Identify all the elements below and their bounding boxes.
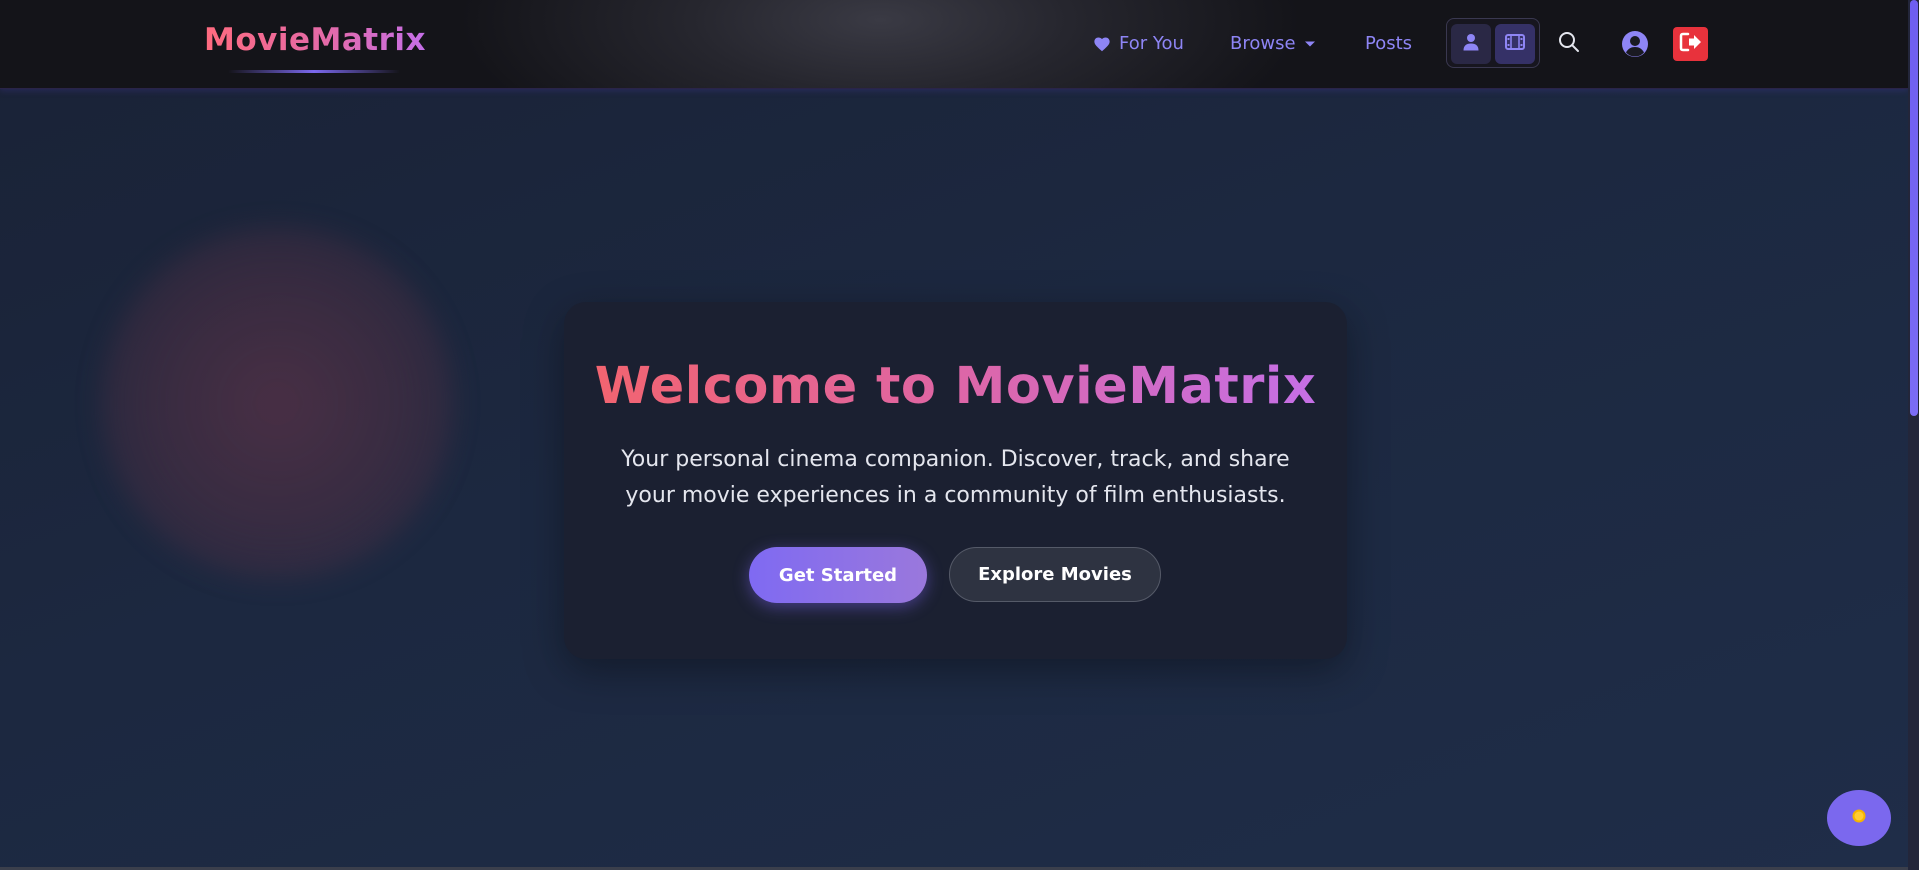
nav-for-you[interactable]: For You bbox=[1093, 33, 1184, 54]
hero-subtitle: Your personal cinema companion. Discover… bbox=[621, 447, 1290, 508]
brand-logo[interactable]: MovieMatrix bbox=[204, 22, 426, 58]
profile-button[interactable] bbox=[1621, 30, 1649, 58]
user-circle-icon bbox=[1621, 31, 1649, 62]
search-button[interactable] bbox=[1556, 31, 1582, 57]
heart-icon bbox=[1093, 36, 1111, 52]
scrollbar-thumb[interactable] bbox=[1910, 0, 1918, 416]
logout-button[interactable] bbox=[1673, 27, 1708, 61]
background-glow-orb bbox=[100, 226, 455, 581]
get-started-button[interactable]: Get Started bbox=[749, 547, 927, 603]
hero-title: Welcome to MovieMatrix bbox=[594, 357, 1317, 416]
caret-down-icon bbox=[1304, 40, 1316, 48]
nav-posts[interactable]: Posts bbox=[1365, 33, 1412, 54]
film-view-button[interactable] bbox=[1495, 24, 1535, 64]
person-view-button[interactable] bbox=[1451, 24, 1491, 64]
view-toggle-group bbox=[1446, 18, 1540, 68]
explore-movies-button[interactable]: Explore Movies bbox=[949, 547, 1161, 602]
brand-underline bbox=[228, 70, 400, 73]
film-icon bbox=[1505, 34, 1525, 54]
user-icon bbox=[1463, 33, 1479, 55]
top-navbar: MovieMatrix For You Browse Posts bbox=[0, 0, 1908, 89]
nav-browse-dropdown[interactable]: Browse bbox=[1230, 33, 1316, 54]
sign-out-icon bbox=[1679, 32, 1703, 56]
sun-icon bbox=[1850, 807, 1868, 829]
theme-toggle-button[interactable] bbox=[1827, 790, 1891, 846]
hero-card: Welcome to MovieMatrix Your personal cin… bbox=[564, 302, 1347, 659]
nav-for-you-label: For You bbox=[1119, 33, 1184, 54]
nav-posts-label: Posts bbox=[1365, 33, 1413, 54]
nav-browse-label: Browse bbox=[1230, 33, 1296, 54]
search-icon bbox=[1558, 31, 1580, 57]
